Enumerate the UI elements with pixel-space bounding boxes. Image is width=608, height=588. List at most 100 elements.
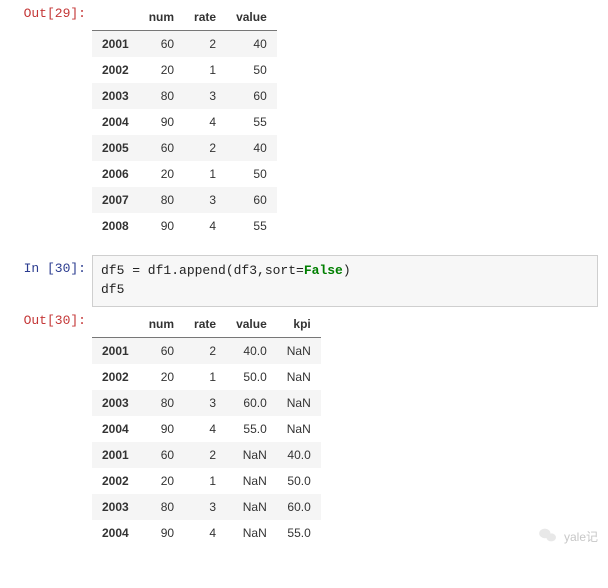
df29-idx: 2007	[92, 187, 139, 213]
table-row: 2002201NaN50.0	[92, 468, 321, 494]
df30-cell: 1	[184, 468, 226, 494]
df29-cell: 3	[184, 83, 226, 109]
table-row: 200160240	[92, 31, 277, 58]
df29-cell: 4	[184, 109, 226, 135]
df29-idx: 2005	[92, 135, 139, 161]
df29-cell: 4	[184, 213, 226, 239]
df29-cell: 90	[139, 109, 184, 135]
df30-cell: NaN	[226, 468, 277, 494]
df30-cell: 2	[184, 442, 226, 468]
df29-cell: 40	[226, 135, 277, 161]
df29-idx: 2004	[92, 109, 139, 135]
df30-col-rate: rate	[184, 311, 226, 338]
table-row: 200380360.0NaN	[92, 390, 321, 416]
df30-cell: 1	[184, 364, 226, 390]
df30-idx: 2002	[92, 468, 139, 494]
df30-idx: 2004	[92, 520, 139, 546]
watermark-text: yale记	[564, 528, 598, 545]
df30-cell: 40.0	[226, 337, 277, 364]
table-row: 200490455.0NaN	[92, 416, 321, 442]
df29-cell: 20	[139, 57, 184, 83]
watermark: yale记	[538, 527, 598, 546]
df30-corner	[92, 311, 139, 338]
df29-cell: 1	[184, 57, 226, 83]
table-row: 200160240.0NaN	[92, 337, 321, 364]
df30-cell: 50.0	[226, 364, 277, 390]
df30-cell: 60.0	[226, 390, 277, 416]
df29-corner	[92, 4, 139, 31]
df30-idx: 2003	[92, 494, 139, 520]
prompt-out-29: Out[29]:	[0, 0, 92, 21]
df30-cell: 3	[184, 390, 226, 416]
df29-idx: 2002	[92, 57, 139, 83]
df29-cell: 50	[226, 57, 277, 83]
df29-cell: 50	[226, 161, 277, 187]
df30-cell: 60.0	[277, 494, 321, 520]
table-row: 200620150	[92, 161, 277, 187]
df30-col-kpi: kpi	[277, 311, 321, 338]
df29-col-rate: rate	[184, 4, 226, 31]
df30-cell: NaN	[226, 442, 277, 468]
df30-cell: 20	[139, 364, 184, 390]
df29-cell: 80	[139, 83, 184, 109]
df30-cell: 4	[184, 520, 226, 546]
df29-cell: 60	[226, 187, 277, 213]
dataframe-out-29: num rate value 200160240 200220150 20038…	[92, 4, 277, 239]
table-row: 200490455	[92, 109, 277, 135]
df30-col-value: value	[226, 311, 277, 338]
table-row: 2001602NaN40.0	[92, 442, 321, 468]
table-row: 200380360	[92, 83, 277, 109]
code-input-30[interactable]: df5 = df1.append(df3,sort=False) df5	[92, 255, 598, 307]
df29-cell: 40	[226, 31, 277, 58]
df30-cell: 40.0	[277, 442, 321, 468]
df29-cell: 1	[184, 161, 226, 187]
df30-cell: NaN	[277, 416, 321, 442]
df30-cell: 2	[184, 337, 226, 364]
df29-col-value: value	[226, 4, 277, 31]
df29-cell: 55	[226, 109, 277, 135]
df30-col-num: num	[139, 311, 184, 338]
df29-cell: 2	[184, 31, 226, 58]
table-row: 200560240	[92, 135, 277, 161]
df30-idx: 2004	[92, 416, 139, 442]
table-row: 2003803NaN60.0	[92, 494, 321, 520]
df30-idx: 2001	[92, 442, 139, 468]
df30-cell: 55.0	[277, 520, 321, 546]
code-seg-keyword: False	[304, 263, 343, 278]
df29-cell: 60	[226, 83, 277, 109]
table-row: 2004904NaN55.0	[92, 520, 321, 546]
df29-cell: 60	[139, 31, 184, 58]
df29-cell: 80	[139, 187, 184, 213]
df29-col-num: num	[139, 4, 184, 31]
df30-cell: 90	[139, 520, 184, 546]
df30-cell: 50.0	[277, 468, 321, 494]
df30-cell: 80	[139, 390, 184, 416]
table-row: 200220150.0NaN	[92, 364, 321, 390]
wechat-icon	[538, 527, 558, 546]
df30-cell: NaN	[277, 390, 321, 416]
df29-cell: 20	[139, 161, 184, 187]
table-row: 200220150	[92, 57, 277, 83]
table-row: 200780360	[92, 187, 277, 213]
df30-cell: 80	[139, 494, 184, 520]
df30-cell: NaN	[226, 520, 277, 546]
dataframe-out-30: num rate value kpi 200160240.0NaN 200220…	[92, 311, 321, 546]
df29-cell: 90	[139, 213, 184, 239]
df30-cell: NaN	[277, 364, 321, 390]
df30-idx: 2003	[92, 390, 139, 416]
df30-cell: 55.0	[226, 416, 277, 442]
prompt-in-30: In [30]:	[0, 255, 92, 276]
df29-idx: 2006	[92, 161, 139, 187]
df30-cell: 60	[139, 442, 184, 468]
df30-idx: 2001	[92, 337, 139, 364]
df30-cell: 4	[184, 416, 226, 442]
df29-idx: 2003	[92, 83, 139, 109]
df29-cell: 60	[139, 135, 184, 161]
df29-idx: 2001	[92, 31, 139, 58]
df29-cell: 55	[226, 213, 277, 239]
df30-cell: 60	[139, 337, 184, 364]
code-seg-pre: df5 = df1.append(df3,sort=	[101, 263, 304, 278]
df30-cell: 20	[139, 468, 184, 494]
df30-cell: 90	[139, 416, 184, 442]
df30-cell: NaN	[226, 494, 277, 520]
